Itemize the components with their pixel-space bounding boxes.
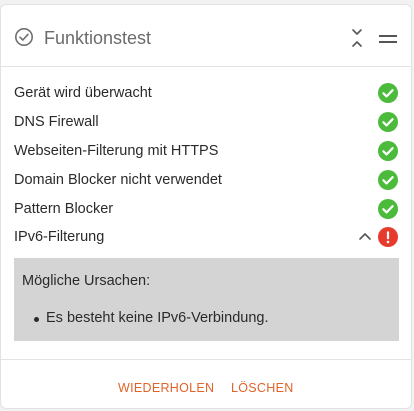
chevron-up-icon[interactable] bbox=[358, 230, 372, 242]
card-header: Funktionstest bbox=[1, 5, 411, 67]
delete-button[interactable]: LÖSCHEN bbox=[231, 381, 294, 395]
collapse-icon[interactable] bbox=[347, 27, 367, 49]
success-check-icon bbox=[378, 83, 398, 103]
check-row-device-monitored: Gerät wird überwacht bbox=[1, 78, 411, 106]
card-title: Funktionstest bbox=[44, 28, 152, 48]
error-details-panel: Mögliche Ursachen: Es besteht keine IPv6… bbox=[14, 258, 399, 341]
bullet-icon bbox=[34, 317, 39, 322]
check-label: Domain Blocker nicht verwendet bbox=[14, 172, 222, 188]
details-title: Mögliche Ursachen: bbox=[22, 273, 151, 289]
check-label: Webseiten-Filterung mit HTTPS bbox=[14, 143, 219, 159]
card-footer: WIEDERHOLEN LÖSCHEN bbox=[1, 359, 411, 408]
check-label: DNS Firewall bbox=[14, 114, 99, 130]
retry-button[interactable]: WIEDERHOLEN bbox=[118, 381, 214, 395]
check-label: Pattern Blocker bbox=[14, 201, 114, 217]
check-row-ipv6-filtering[interactable]: IPv6-Filterung bbox=[1, 222, 411, 250]
check-label: IPv6-Filterung bbox=[14, 229, 105, 245]
drag-handle-icon[interactable] bbox=[378, 29, 398, 49]
check-row-pattern-blocker: Pattern Blocker bbox=[1, 194, 411, 222]
check-circle-icon bbox=[15, 28, 33, 46]
check-row-dns-firewall: DNS Firewall bbox=[1, 107, 411, 135]
check-row-domain-blocker: Domain Blocker nicht verwendet bbox=[1, 165, 411, 193]
success-check-icon bbox=[378, 170, 398, 190]
success-check-icon bbox=[378, 112, 398, 132]
function-test-card: Funktionstest Gerät wird überwacht DNS F… bbox=[0, 4, 412, 409]
details-item-text: Es besteht keine IPv6-Verbindung. bbox=[46, 310, 269, 326]
details-list-item: Es besteht keine IPv6-Verbindung. bbox=[34, 310, 269, 326]
success-check-icon bbox=[378, 141, 398, 161]
error-icon bbox=[378, 227, 398, 247]
success-check-icon bbox=[378, 199, 398, 219]
check-label: Gerät wird überwacht bbox=[14, 85, 152, 101]
check-row-web-filtering: Webseiten-Filterung mit HTTPS bbox=[1, 136, 411, 164]
